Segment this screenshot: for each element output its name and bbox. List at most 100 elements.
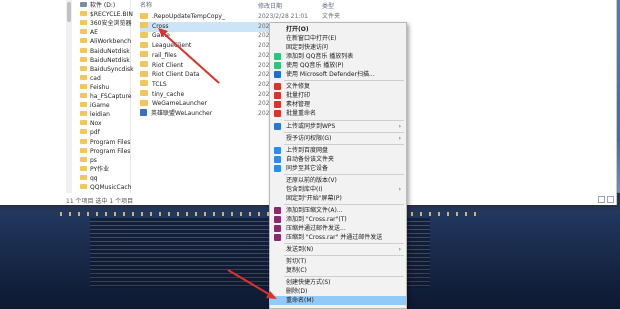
menu-item-label: 添加到 QQ音乐 播放列表 xyxy=(286,53,354,61)
context-menu-item[interactable]: 文件修复 xyxy=(270,82,406,91)
large-icons-view-button[interactable] xyxy=(607,196,614,203)
context-menu-item[interactable]: 剪切(T) xyxy=(270,257,406,266)
context-menu-item[interactable]: 固定到快速访问 xyxy=(270,43,406,52)
context-menu-item[interactable]: 发送到(N) › xyxy=(270,245,406,254)
file-name: Cross xyxy=(152,22,169,30)
context-menu-item[interactable]: 添加到压缩文件(A)... xyxy=(270,206,406,215)
nav-item-label: qq xyxy=(90,174,98,182)
column-header-date[interactable]: 修改日期 xyxy=(258,1,282,10)
context-menu-item[interactable]: 压缩到 "Cross.rar" 并通过邮件发送 xyxy=(270,233,406,242)
folder-icon xyxy=(80,11,87,17)
context-menu-item[interactable]: 使用 QQ音乐 播放(P) xyxy=(270,61,406,70)
folder-icon xyxy=(80,83,87,89)
nav-item[interactable]: QQMusicCach xyxy=(80,183,131,193)
context-menu-item[interactable]: 添加到 QQ音乐 播放列表 xyxy=(270,52,406,61)
menu-item-label: 创建快捷方式(S) xyxy=(286,279,331,287)
menu-item-label: 使用 QQ音乐 播放(P) xyxy=(286,62,344,70)
column-header-type[interactable]: 类型 xyxy=(322,1,334,10)
context-menu-item[interactable]: 重命名(M) xyxy=(270,296,406,306)
nav-item-label: Feishu xyxy=(90,83,110,91)
file-name: 英雄联盟WeLauncher xyxy=(151,110,213,117)
context-menu-item[interactable]: 批量打印 xyxy=(270,91,406,100)
status-bar: 11 个项目 选中 1 个项目 xyxy=(66,198,134,205)
menu-item-label: 压缩到 "Cross.rar" 并通过邮件发送 xyxy=(286,234,383,242)
context-menu-item[interactable]: 创建快捷方式(S) xyxy=(270,278,406,287)
folder-icon xyxy=(80,74,87,80)
defender-icon xyxy=(274,71,281,79)
context-menu-item[interactable]: 压缩并通过邮件发送... xyxy=(270,224,406,233)
column-header-name[interactable]: 名称 xyxy=(140,1,152,10)
menu-item-label: 同步至其它设备 xyxy=(286,164,329,172)
app-icon xyxy=(140,109,147,116)
nav-item-label: Program Files xyxy=(90,138,131,146)
context-menu-item[interactable]: 授予访问权限(G) › xyxy=(270,134,406,143)
folder-icon xyxy=(140,12,148,19)
nav-item-label: iGame xyxy=(90,102,110,110)
folder-icon xyxy=(140,22,148,29)
folder-icon xyxy=(80,65,87,71)
chevron-right-icon: › xyxy=(398,134,401,142)
folder-icon xyxy=(80,93,87,98)
file-name: .RepoUpdateTempCopy_ xyxy=(152,13,225,20)
context-menu-item[interactable]: 包含到库中(I) › xyxy=(270,185,406,194)
context-menu-item[interactable]: 使用 Microsoft Defender扫描... xyxy=(270,70,406,79)
context-menu-item[interactable]: 批量重命名 xyxy=(270,109,406,118)
winrar-icon xyxy=(274,215,281,223)
menu-separator xyxy=(284,243,404,245)
file-name: TCLS xyxy=(152,80,167,88)
context-menu-item[interactable]: 同步至其它设备 xyxy=(270,164,406,173)
nav-item-label: AE xyxy=(90,29,98,37)
context-menu-item[interactable]: 在新窗口中打开(E) xyxy=(270,34,406,43)
nav-scrollbar-thumb[interactable] xyxy=(67,2,71,22)
nav-item-label: ha_FSCapture xyxy=(90,93,132,100)
menu-item-label: 在新窗口中打开(E) xyxy=(286,35,337,43)
menu-separator xyxy=(284,80,404,82)
file-name: WeGameLauncher xyxy=(152,100,208,108)
context-menu-item[interactable]: 上传到百度网盘 xyxy=(270,146,406,155)
nav-item-label: BaiduNetdisk xyxy=(90,47,130,55)
menu-separator xyxy=(284,131,404,133)
winrar-icon xyxy=(274,206,281,214)
folder-icon xyxy=(80,156,87,162)
context-menu-item[interactable]: 打开(O) xyxy=(270,25,406,34)
file-name: Game xyxy=(152,32,170,40)
context-menu-item[interactable]: 还原以前的版本(V) xyxy=(270,176,406,185)
nav-scrollbar[interactable] xyxy=(66,0,72,193)
chevron-right-icon: › xyxy=(398,122,401,130)
file-type: 文件夹 xyxy=(322,13,341,20)
file-row[interactable]: .RepoUpdateTempCopy_ 2023/2/28 21:01 文件夹 xyxy=(140,12,370,22)
baidu-icon xyxy=(274,155,281,163)
menu-item-label: 删除(D) xyxy=(286,288,308,296)
wps-icon xyxy=(274,101,281,109)
folder-icon xyxy=(140,80,148,87)
winrar-icon xyxy=(274,225,281,232)
menu-item-label: 还原以前的版本(V) xyxy=(286,176,337,184)
nav-item-label: 软件 (D:) xyxy=(90,2,116,9)
menu-item-label: 上传或同步到WPS xyxy=(286,122,336,130)
nav-item-label: pdf xyxy=(90,129,100,137)
folder-icon xyxy=(140,61,148,67)
context-menu-item[interactable]: 删除(D) xyxy=(270,287,406,296)
folder-icon xyxy=(80,138,87,144)
nav-item-label: 360安全浏览器 xyxy=(90,20,132,28)
context-menu-item[interactable]: 添加到 "Cross.rar"(T) xyxy=(270,215,406,224)
folder-icon xyxy=(80,20,87,26)
context-menu-item[interactable]: 复制(C) xyxy=(270,266,406,275)
context-menu-item[interactable]: 上传或同步到WPS › xyxy=(270,122,406,131)
context-menu-item[interactable]: 自动备份该文件夹 xyxy=(270,155,406,164)
nav-item-label: BaiduNetdisk xyxy=(90,56,130,64)
file-date: 2023/2/28 21:01 xyxy=(258,13,308,20)
menu-separator xyxy=(284,276,404,278)
nav-item-label: BaiduSyncdisk xyxy=(90,65,134,73)
folder-icon xyxy=(140,51,148,58)
context-menu-item[interactable]: 固定到"开始"屏幕(P) xyxy=(270,194,406,203)
folder-icon xyxy=(80,174,87,180)
menu-item-label: 上传到百度网盘 xyxy=(286,146,329,154)
context-menu-item[interactable]: 素材管理 xyxy=(270,100,406,109)
details-view-button[interactable] xyxy=(598,196,605,203)
context-menu: 打开(O) 在新窗口中打开(E) 固定到快速访问 添加到 QQ音乐 播放列表 使用 QQ… xyxy=(269,22,407,309)
menu-item-label: 授予访问权限(G) xyxy=(286,134,332,142)
folder-icon xyxy=(140,90,148,97)
wps-cloud-icon xyxy=(274,122,281,130)
qqmusic-icon xyxy=(274,62,281,70)
